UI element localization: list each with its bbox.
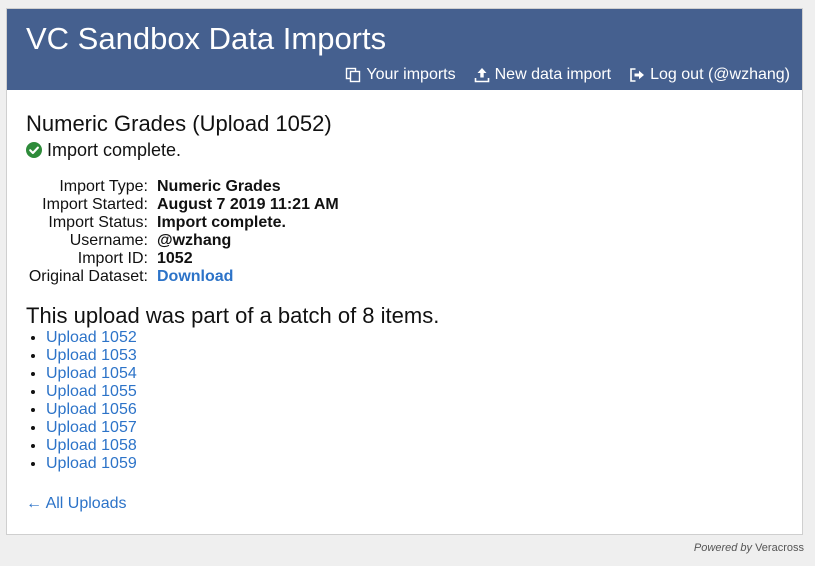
page-title: Numeric Grades (Upload 1052) — [26, 111, 332, 136]
detail-label: Import Type: — [59, 178, 148, 195]
powered-by: Powered by Veracross — [694, 542, 804, 554]
upload-link[interactable]: Upload 1057 — [46, 419, 137, 436]
download-link[interactable]: Download — [157, 268, 233, 286]
app-header: VC Sandbox Data Imports Your imports New… — [7, 9, 802, 90]
detail-row-import-started: Import Started: August 7 2019 11:21 AM — [26, 196, 786, 214]
nav-log-out-label: Log out (@wzhang) — [650, 66, 790, 83]
detail-row-username: Username: @wzhang — [26, 232, 786, 250]
nav-your-imports-label: Your imports — [366, 66, 456, 83]
list-item: Upload 1052 — [46, 329, 786, 347]
check-circle-icon — [26, 142, 42, 158]
upload-link[interactable]: Upload 1055 — [46, 383, 137, 400]
detail-label: Import Status: — [48, 214, 148, 231]
page-content: Numeric Grades (Upload 1052) Import comp… — [26, 111, 786, 514]
app-title: VC Sandbox Data Imports — [26, 21, 387, 56]
nav-new-data-import[interactable]: New data import — [474, 65, 612, 85]
detail-label: Import ID: — [77, 250, 148, 267]
upload-link[interactable]: Upload 1053 — [46, 347, 137, 364]
header-nav: Your imports New data import Log out (@w… — [345, 65, 790, 85]
detail-row-import-status: Import Status: Import complete. — [26, 214, 786, 232]
detail-label: Original Dataset: — [28, 268, 148, 285]
list-item: Upload 1058 — [46, 437, 786, 455]
list-item: Upload 1059 — [46, 455, 786, 473]
detail-value: Import complete. — [157, 214, 286, 231]
detail-value: 1052 — [157, 250, 193, 267]
detail-row-original-dataset: Original Dataset: Download — [26, 268, 786, 286]
detail-row-import-type: Import Type: Numeric Grades — [26, 178, 786, 196]
list-item: Upload 1054 — [46, 365, 786, 383]
nav-new-data-import-label: New data import — [494, 66, 612, 83]
detail-label: Username: — [69, 232, 148, 249]
detail-value: Numeric Grades — [157, 178, 281, 195]
powered-by-text: Powered by — [693, 542, 753, 554]
detail-value: August 7 2019 11:21 AM — [157, 196, 339, 213]
copy-icon — [345, 67, 361, 83]
batch-list: Upload 1052 Upload 1053 Upload 1054 Uplo… — [26, 329, 786, 473]
upload-link[interactable]: Upload 1052 — [46, 329, 137, 346]
status-text: Import complete. — [47, 140, 182, 160]
all-uploads-link[interactable]: ← All Uploads — [26, 494, 786, 514]
nav-your-imports[interactable]: Your imports — [345, 65, 456, 85]
nav-log-out[interactable]: Log out (@wzhang) — [629, 65, 790, 85]
import-status: Import complete. — [26, 139, 786, 161]
detail-row-import-id: Import ID: 1052 — [26, 250, 786, 268]
logout-icon — [629, 67, 645, 83]
veracross-brand: Veracross — [755, 542, 804, 554]
upload-icon — [474, 67, 490, 83]
upload-link[interactable]: Upload 1056 — [46, 401, 137, 418]
detail-label: Import Started: — [42, 196, 148, 213]
main-card: VC Sandbox Data Imports Your imports New… — [6, 8, 803, 535]
upload-link[interactable]: Upload 1054 — [46, 365, 137, 382]
list-item: Upload 1053 — [46, 347, 786, 365]
upload-link[interactable]: Upload 1059 — [46, 455, 137, 472]
batch-heading: This upload was part of a batch of 8 ite… — [26, 303, 440, 328]
upload-link[interactable]: Upload 1058 — [46, 437, 137, 454]
list-item: Upload 1056 — [46, 401, 786, 419]
import-details: Import Type: Numeric Grades Import Start… — [26, 178, 786, 286]
detail-value: @wzhang — [157, 232, 232, 249]
list-item: Upload 1055 — [46, 383, 786, 401]
list-item: Upload 1057 — [46, 419, 786, 437]
